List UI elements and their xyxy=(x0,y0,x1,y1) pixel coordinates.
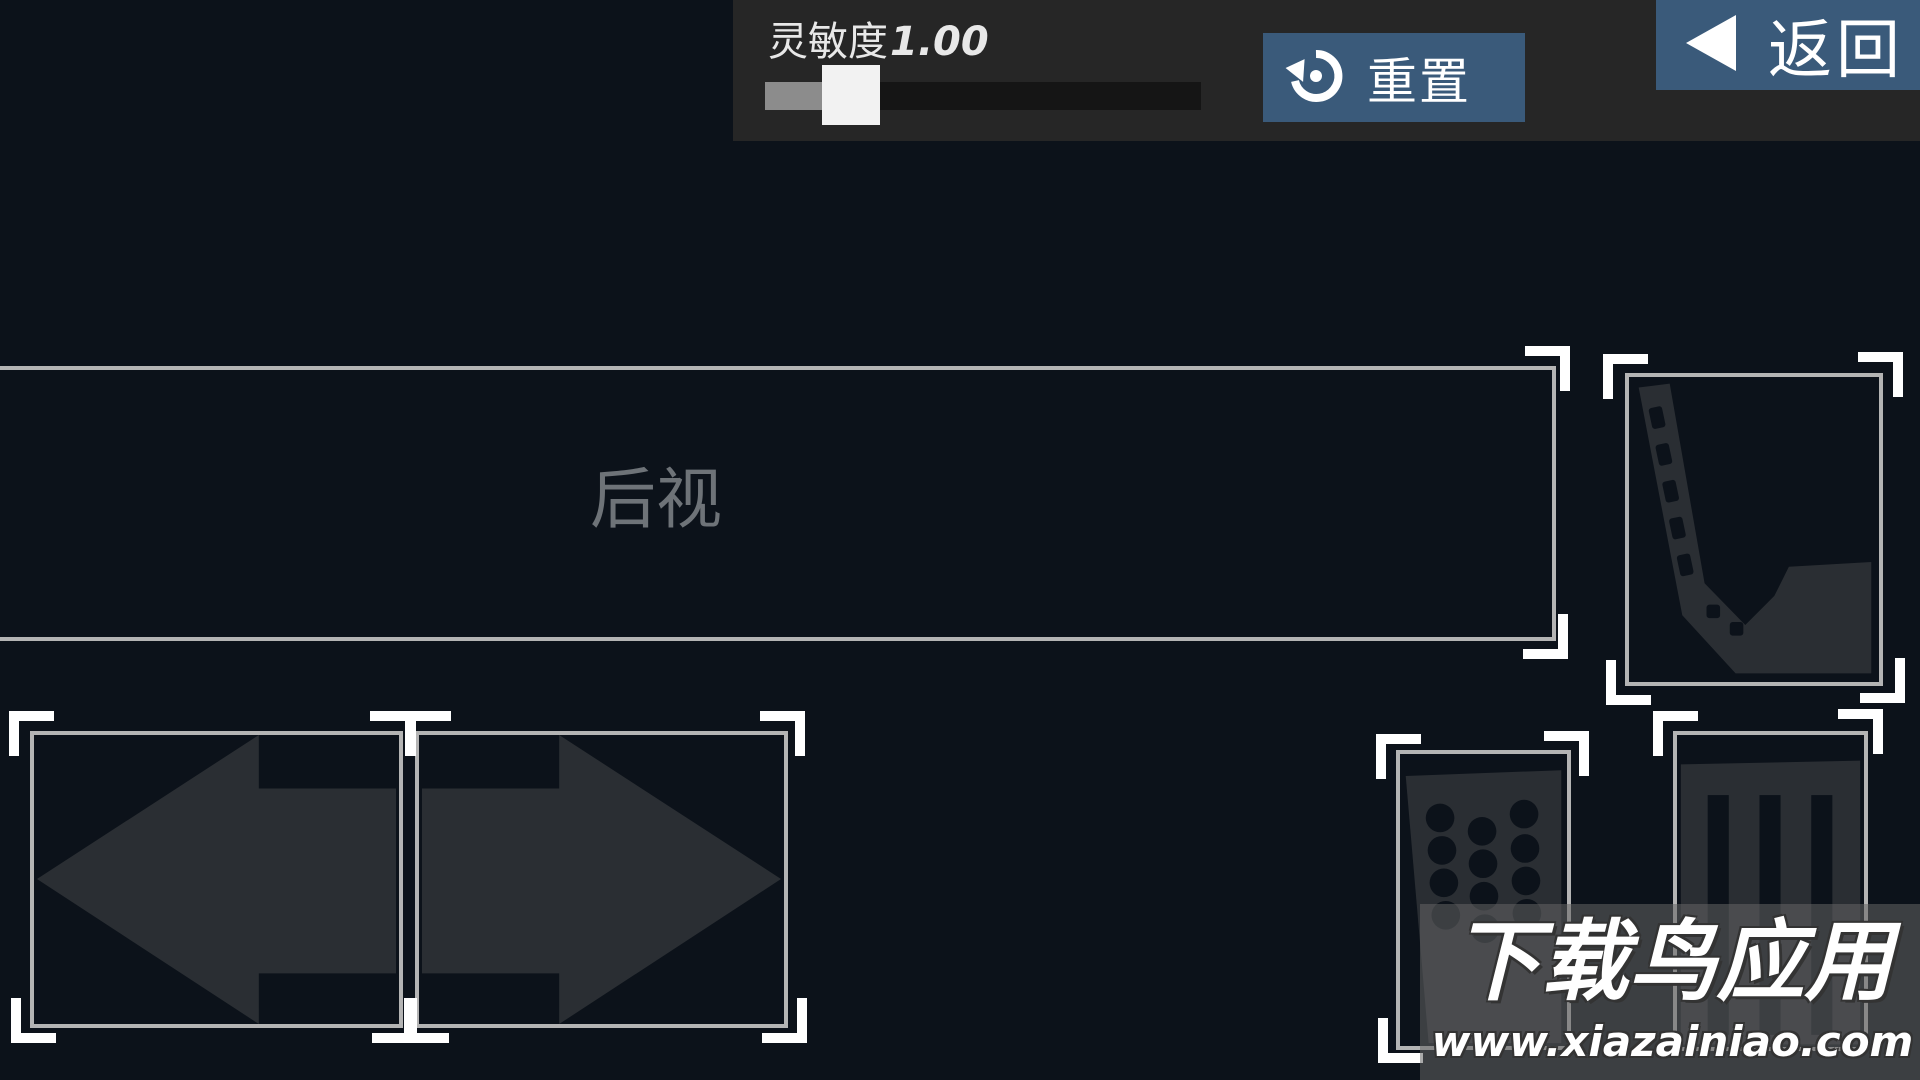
reset-button[interactable]: 重置 xyxy=(1263,33,1525,122)
back-button-label: 返回 xyxy=(1768,14,1904,88)
rear-view-label: 后视 xyxy=(590,461,722,538)
pedal-clutch-icon xyxy=(1638,383,1872,674)
watermark-url: www.xiazainiao.com xyxy=(1431,1017,1914,1066)
sensitivity-value: 1.00 xyxy=(890,19,989,65)
steer-right-button[interactable] xyxy=(415,731,788,1028)
watermark-title: 下载鸟应用 xyxy=(1452,910,1893,1013)
rear-view-button[interactable] xyxy=(0,366,1556,641)
control-layout-screen: 灵敏度1.00 重置 返回 后视 下载鸟应用 www.xiazainiao.co… xyxy=(0,0,1920,1080)
arrow-left-icon xyxy=(36,735,397,1024)
arrow-right-icon xyxy=(421,735,782,1024)
sensitivity-slider-thumb[interactable] xyxy=(822,65,880,125)
triangle-left-icon xyxy=(1684,13,1738,77)
sensitivity-label: 灵敏度1.00 xyxy=(768,16,989,68)
back-button[interactable]: 返回 xyxy=(1656,0,1920,90)
clutch-pedal-button[interactable] xyxy=(1625,373,1883,686)
reset-icon xyxy=(1285,45,1347,111)
reset-button-label: 重置 xyxy=(1367,52,1471,111)
sensitivity-label-text: 灵敏度 xyxy=(768,19,888,65)
sensitivity-slider-fill xyxy=(765,82,822,110)
steer-left-button[interactable] xyxy=(30,731,403,1028)
